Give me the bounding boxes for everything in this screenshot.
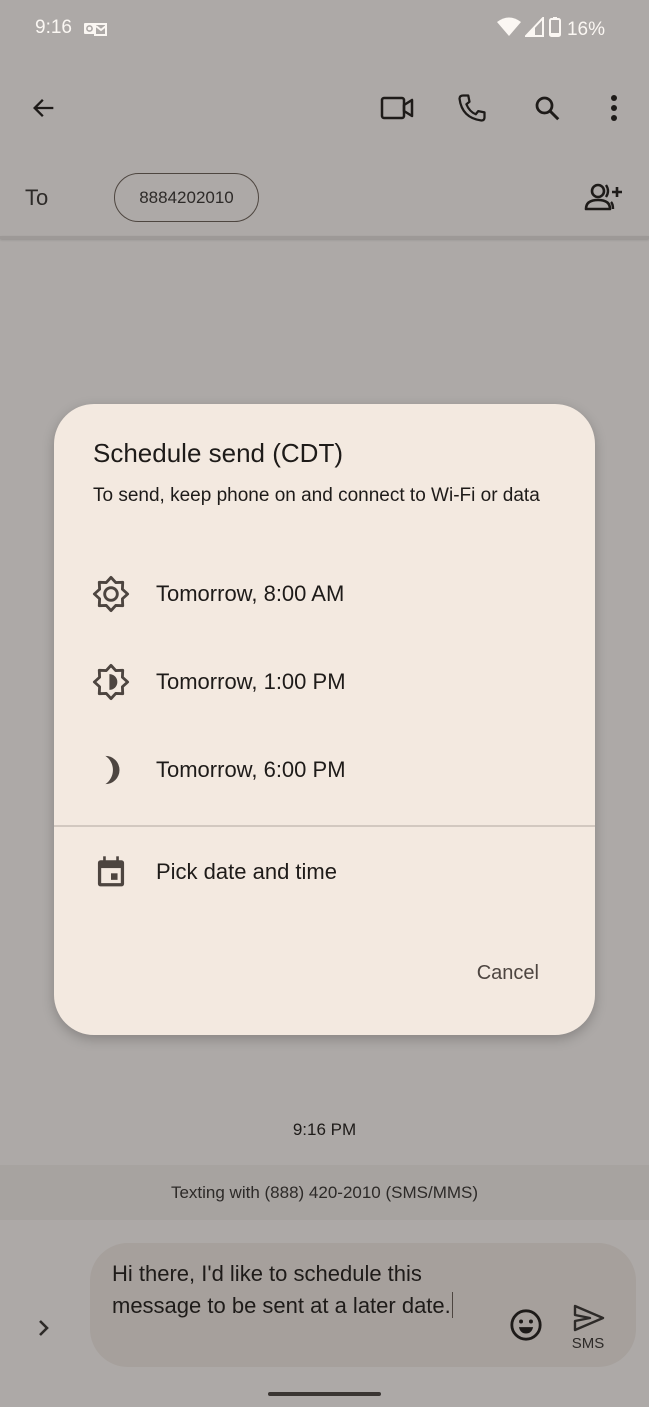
search-icon: [532, 93, 562, 128]
home-indicator[interactable]: [268, 1392, 381, 1396]
dialog-subtitle: To send, keep phone on and connect to Wi…: [93, 485, 540, 506]
option-label: Tomorrow, 8:00 AM: [156, 581, 345, 606]
send-label: SMS: [571, 1335, 605, 1352]
expand-attachments-button[interactable]: [20, 1306, 68, 1354]
option-label: Pick date and time: [156, 859, 337, 884]
add-contact-button[interactable]: [580, 175, 628, 223]
option-tomorrow-evening[interactable]: Tomorrow, 6:00 PM: [54, 730, 595, 810]
emoji-button[interactable]: [504, 1305, 548, 1349]
emoji-icon: [509, 1308, 543, 1347]
brightness-medium-icon: [91, 662, 131, 702]
video-call-button[interactable]: [373, 86, 421, 134]
option-tomorrow-afternoon[interactable]: Tomorrow, 1:00 PM: [54, 642, 595, 722]
cancel-button[interactable]: Cancel: [469, 956, 547, 991]
back-button[interactable]: [20, 86, 68, 134]
option-pick-date-time[interactable]: Pick date and time: [54, 832, 595, 912]
brightness-high-icon: [91, 574, 131, 614]
send-sms-button[interactable]: SMS: [564, 1299, 612, 1355]
chevron-right-icon: [37, 1318, 51, 1343]
phone-icon: [457, 93, 487, 128]
cellular-signal-icon: [523, 15, 545, 42]
send-icon: [573, 1304, 605, 1332]
text-caret: [451, 1292, 453, 1318]
option-label: Tomorrow, 6:00 PM: [156, 757, 346, 782]
message-input-text: Hi there, I'd like to schedule this mess…: [112, 1261, 451, 1318]
calendar-icon: [91, 852, 131, 892]
to-label: To: [25, 185, 49, 210]
moon-icon: [91, 750, 131, 790]
dialog-divider: [54, 825, 595, 827]
arrow-back-icon: [30, 94, 58, 127]
status-time: 9:16: [35, 17, 72, 38]
outlook-icon: [84, 20, 108, 38]
add-person-icon: [584, 182, 624, 217]
more-vert-icon: [610, 94, 618, 127]
texting-with-banner: Texting with (888) 420-2010 (SMS/MMS): [0, 1165, 649, 1220]
wifi-icon: [496, 17, 521, 42]
option-tomorrow-morning[interactable]: Tomorrow, 8:00 AM: [54, 554, 595, 634]
status-bar: 9:16 16%: [0, 0, 649, 60]
search-button[interactable]: [523, 86, 571, 134]
message-timestamp: 9:16 PM: [292, 1120, 357, 1139]
battery-percent: 16%: [566, 18, 605, 40]
recipient-row: To 8884202010: [0, 165, 649, 237]
video-call-icon: [380, 95, 414, 126]
option-label: Tomorrow, 1:00 PM: [156, 669, 346, 694]
message-input[interactable]: Hi there, I'd like to schedule this mess…: [112, 1258, 502, 1322]
call-button[interactable]: [448, 86, 496, 134]
more-options-button[interactable]: [590, 86, 638, 134]
battery-icon: [548, 17, 561, 42]
schedule-send-dialog: Schedule send (CDT) To send, keep phone …: [54, 404, 595, 1035]
message-composer: Hi there, I'd like to schedule this mess…: [90, 1243, 636, 1367]
app-toolbar: [0, 70, 649, 150]
status-indicators: 16%: [496, 15, 605, 42]
recipient-chip[interactable]: 8884202010: [114, 173, 259, 222]
header-divider: [0, 236, 649, 239]
dialog-title: Schedule send (CDT): [93, 438, 343, 468]
